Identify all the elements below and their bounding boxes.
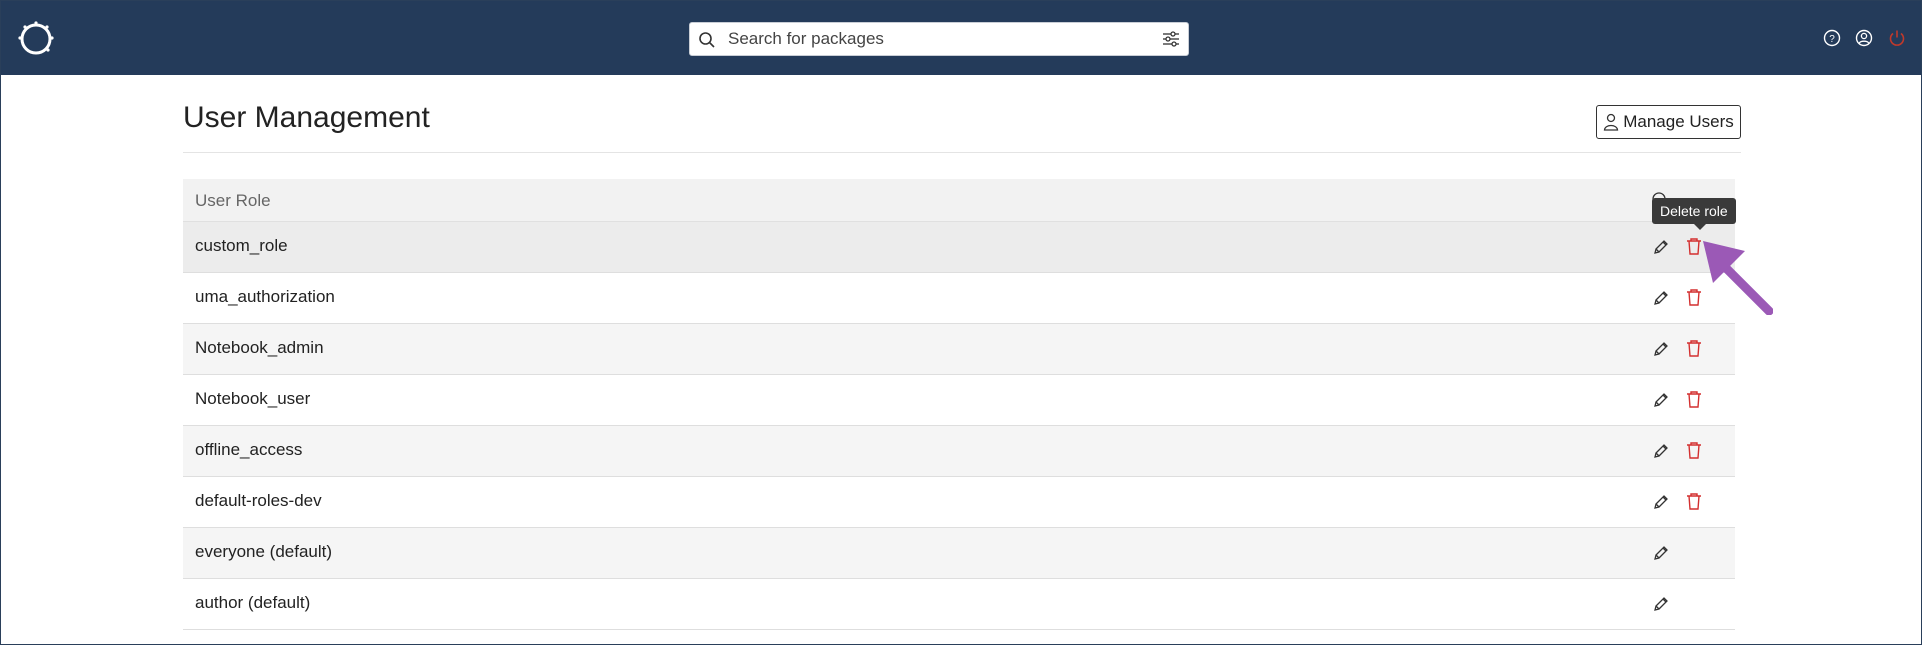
roles-table: User Role custom_role uma_authorization … [183, 179, 1735, 630]
delete-role-icon[interactable] [1685, 390, 1703, 409]
edit-role-icon[interactable] [1652, 340, 1670, 358]
column-header-user-role: User Role [195, 191, 271, 210]
top-navbar: ? [1, 1, 1921, 75]
edit-role-icon[interactable] [1652, 238, 1670, 256]
table-header: User Role [183, 179, 1735, 222]
table-row[interactable]: uma_authorization [183, 273, 1735, 324]
edit-role-icon[interactable] [1652, 493, 1670, 511]
table-row[interactable]: everyone (default) [183, 528, 1735, 579]
table-row[interactable]: custom_role [183, 222, 1735, 273]
edit-role-icon[interactable] [1652, 544, 1670, 562]
edit-role-icon[interactable] [1652, 289, 1670, 307]
filter-icon[interactable] [1162, 30, 1180, 48]
delete-role-icon[interactable] [1685, 441, 1703, 460]
logo-icon[interactable] [17, 20, 55, 58]
role-name: offline_access [195, 440, 303, 459]
role-name: custom_role [195, 236, 288, 255]
table-row[interactable]: default-roles-dev [183, 477, 1735, 528]
delete-role-icon[interactable] [1685, 339, 1703, 358]
svg-text:?: ? [1829, 34, 1835, 45]
tooltip-text: Delete role [1660, 203, 1728, 219]
edit-role-icon[interactable] [1652, 595, 1670, 613]
manage-users-button[interactable]: Manage Users [1596, 105, 1741, 139]
power-icon[interactable] [1888, 29, 1906, 47]
edit-role-icon[interactable] [1652, 391, 1670, 409]
role-name: Notebook_user [195, 389, 311, 408]
annotation-arrow-icon [1703, 241, 1773, 315]
help-icon[interactable]: ? [1823, 29, 1841, 47]
table-row[interactable]: author (default) [183, 579, 1735, 630]
title-divider [183, 152, 1741, 153]
search-input[interactable] [722, 23, 1154, 55]
role-name: uma_authorization [195, 287, 335, 306]
user-icon [1604, 113, 1619, 131]
edit-role-icon[interactable] [1652, 442, 1670, 460]
account-icon[interactable] [1855, 29, 1873, 47]
table-row[interactable]: Notebook_admin [183, 324, 1735, 375]
table-body: custom_role uma_authorization Notebook_a… [183, 222, 1735, 630]
table-row[interactable]: offline_access [183, 426, 1735, 477]
role-name: author (default) [195, 593, 311, 612]
delete-role-icon[interactable] [1685, 492, 1703, 511]
table-row[interactable]: Notebook_user [183, 375, 1735, 426]
page-title: User Management [183, 101, 430, 134]
role-name: default-roles-dev [195, 491, 322, 510]
role-name: everyone (default) [195, 542, 333, 561]
manage-users-label: Manage Users [1623, 112, 1734, 131]
search-icon [699, 32, 715, 48]
package-search[interactable] [689, 22, 1189, 56]
role-name: Notebook_admin [195, 338, 324, 357]
delete-role-tooltip: Delete role [1652, 198, 1736, 230]
